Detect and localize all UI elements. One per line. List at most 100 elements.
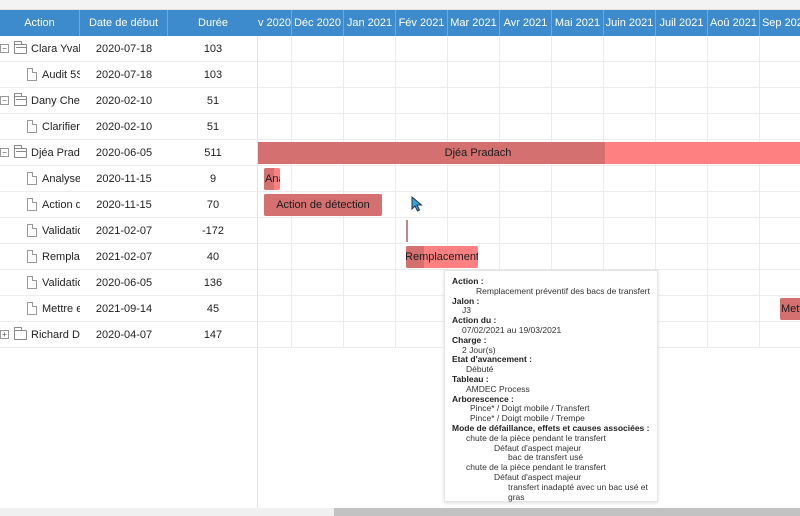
grid-row[interactable]: − Clara Yvalid 2020-07-18 103 [0,36,258,62]
task-name[interactable]: Djéa Pradac [31,147,80,159]
file-icon [27,198,37,211]
month-gridline [707,36,708,348]
month-header: v 2020 [258,10,292,36]
cell-duration: 70 [206,198,220,211]
task-progress [258,142,606,164]
collapse-toggle-icon[interactable]: − [0,96,9,105]
cell-duration: 45 [206,302,220,315]
cell-action: Analyse d [0,166,80,192]
cell-action: Audit 5S [0,62,80,88]
task-name[interactable]: Dany Check [31,95,80,107]
cell-duration: 136 [203,276,223,289]
grid-row[interactable]: − Djéa Pradac 2020-06-05 511 [0,140,258,166]
task-bar[interactable]: Ana [264,168,280,190]
expand-toggle-icon[interactable]: + [0,330,9,339]
cell-start-date: 2020-06-05 [95,276,153,289]
cell-duration: -172 [201,224,225,237]
file-icon [27,172,37,185]
bar-label: Remplacement [406,251,478,263]
cell-start-date: 2020-02-10 [95,94,153,107]
month-header: Fév 2021 [396,10,448,36]
task-name[interactable]: Clara Yvalid [31,43,80,55]
grid-row[interactable]: Clarifier e 2020-02-10 51 [0,114,258,140]
month-header: Sep 2021 [760,10,800,36]
grid-row[interactable]: + Richard Dur 2020-04-07 147 [0,322,258,348]
task-bar[interactable]: Mett [780,298,800,320]
cell-action: − Dany Check [0,88,80,114]
mouse-cursor-icon [411,196,423,212]
cell-duration: 147 [203,328,223,341]
month-header: Juin 2021 [604,10,656,36]
month-header: Avr 2021 [500,10,552,36]
file-icon [27,250,37,263]
cell-action: − Clara Yvalid [0,36,80,62]
cell-start-date: 2021-02-07 [95,250,153,263]
cell-action: Mettre en [0,296,80,322]
cell-duration: 9 [209,172,217,185]
cell-action: Action de [0,192,80,218]
task-name[interactable]: Action de [42,199,80,211]
month-gridline [395,36,396,348]
cell-start-date: 2020-11-15 [96,198,152,211]
grid-row[interactable]: Analyse d 2020-11-15 9 [0,166,258,192]
grid-row[interactable]: Audit 5S 2020-07-18 103 [0,62,258,88]
top-toolbar-strip [0,0,800,10]
row-gridline [258,243,800,244]
row-gridline [258,87,800,88]
column-header-action[interactable]: Action [0,10,80,36]
task-name[interactable]: Clarifier e [42,121,80,133]
task-bar[interactable]: Remplacement [406,246,478,268]
task-bar[interactable]: Action de détection [264,194,382,216]
task-name[interactable]: Mettre en [42,303,80,315]
collapse-toggle-icon[interactable]: − [0,44,9,53]
project-bar[interactable]: Djéa Pradach [258,142,800,164]
grid-row[interactable]: Action de 2020-11-15 70 [0,192,258,218]
task-name[interactable]: Validation [42,277,80,289]
cell-action: Validation [0,270,80,296]
grid-row[interactable]: Validation 2021-02-07 -172 [0,218,258,244]
grid-row[interactable]: Mettre en 2021-09-14 45 [0,296,258,322]
scrollbar-thumb[interactable] [334,508,800,516]
row-gridline [258,139,800,140]
cell-duration: 103 [203,42,223,55]
cell-start-date: 2021-02-07 [95,224,153,237]
cell-duration: 103 [203,68,223,81]
task-name[interactable]: Audit 5S [42,69,80,81]
cell-start-date: 2020-02-10 [95,120,153,133]
row-gridline [258,113,800,114]
row-gridline [258,165,800,166]
month-gridline [291,36,292,348]
month-header: Mar 2021 [448,10,500,36]
folder-icon [14,326,27,340]
cell-action: + Richard Dur [0,322,80,348]
horizontal-scrollbar[interactable] [0,508,800,516]
cell-duration: 40 [206,250,220,263]
grid-body: − Clara Yvalid 2020-07-18 103 Audit 5S 2020-0… [0,36,258,348]
column-header-duration[interactable]: Durée [168,10,258,36]
tooltip-action-value: Remplacement préventif des bacs de trans… [476,285,650,296]
folder-open-icon [14,40,27,54]
task-name[interactable]: Analyse d [42,173,80,185]
cell-duration: 51 [206,120,220,133]
task-name[interactable]: Richard Dur [31,329,80,341]
cell-action: − Djéa Pradac [0,140,80,166]
cell-start-date: 2020-04-07 [95,328,153,341]
grid-row[interactable]: Remplace 2021-02-07 40 [0,244,258,270]
grid-header: Action Date de début Durée [0,10,258,36]
row-gridline [258,61,800,62]
column-header-start-date[interactable]: Date de début [80,10,168,36]
cell-action: Clarifier e [0,114,80,140]
task-name[interactable]: Validation [42,225,80,237]
cell-start-date: 2020-11-15 [96,172,152,185]
cell-action: Validation [0,218,80,244]
collapse-toggle-icon[interactable]: − [0,148,9,157]
tooltip-failure-cause: transfert inadapté avec un bac usé et gr… [508,481,648,502]
milestone-marker[interactable] [406,220,408,242]
grid-row[interactable]: − Dany Check 2020-02-10 51 [0,88,258,114]
month-gridline [343,36,344,348]
grid-row[interactable]: Validation 2020-06-05 136 [0,270,258,296]
month-header: Mai 2021 [552,10,604,36]
row-gridline [258,191,800,192]
task-name[interactable]: Remplace [42,251,80,263]
task-grid: Action Date de début Durée − Clara Yvalid… [0,10,258,508]
